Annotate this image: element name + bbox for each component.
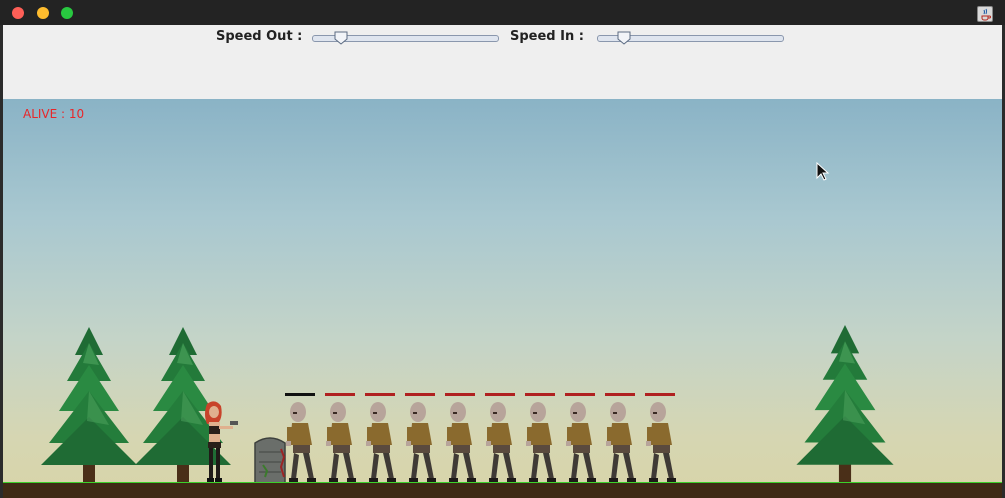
maximize-window-button[interactable] bbox=[61, 7, 73, 19]
game-canvas[interactable]: ALIVE : 10 bbox=[3, 99, 1002, 498]
java-coffee-icon bbox=[977, 6, 993, 22]
zombie-enemy bbox=[363, 393, 403, 485]
zombie-enemy bbox=[643, 393, 683, 485]
zombie-health-bar bbox=[645, 393, 675, 396]
zombie-sprite bbox=[326, 402, 356, 482]
zombie-health-bar bbox=[285, 393, 315, 396]
zombie-enemy bbox=[523, 393, 563, 485]
alive-counter: ALIVE : 10 bbox=[23, 107, 85, 121]
zombie-health-bar bbox=[445, 393, 475, 396]
zombie-enemy bbox=[483, 393, 523, 485]
player-character bbox=[205, 401, 238, 484]
speed-out-slider[interactable] bbox=[312, 31, 499, 45]
zombie-enemy bbox=[443, 393, 483, 485]
zombie-sprite bbox=[446, 402, 476, 482]
zombie-health-bar bbox=[325, 393, 355, 396]
zombie-sprite bbox=[606, 402, 636, 482]
minimize-window-button[interactable] bbox=[37, 7, 49, 19]
zombie-enemy bbox=[563, 393, 603, 485]
speed-controls-panel: Speed Out : Speed In : bbox=[3, 25, 1002, 99]
zombie-health-bar bbox=[565, 393, 595, 396]
speed-out-slider-thumb[interactable] bbox=[334, 31, 348, 45]
zombie-health-bar bbox=[365, 393, 395, 396]
zombie-health-bar bbox=[525, 393, 555, 396]
zombie-sprite bbox=[486, 402, 516, 482]
zombie-sprite bbox=[526, 402, 556, 482]
close-window-button[interactable] bbox=[12, 7, 24, 19]
pine-tree bbox=[41, 327, 137, 485]
title-bar bbox=[0, 0, 1005, 25]
zombie-enemy bbox=[603, 393, 643, 485]
zombie-enemy bbox=[323, 393, 363, 485]
zombie-health-bar bbox=[405, 393, 435, 396]
zombie-enemy bbox=[403, 393, 443, 485]
zombie-sprite bbox=[366, 402, 396, 482]
speed-in-slider[interactable] bbox=[597, 31, 784, 45]
zombie-sprite bbox=[646, 402, 676, 482]
zombie-health-bar bbox=[605, 393, 635, 396]
zombie-enemy bbox=[283, 393, 323, 485]
tombstone-barrier bbox=[254, 437, 286, 485]
zombie-sprite bbox=[566, 402, 596, 482]
dirt-ground bbox=[3, 483, 1002, 498]
zombie-health-bar bbox=[485, 393, 515, 396]
speed-in-slider-thumb[interactable] bbox=[617, 31, 631, 45]
pine-tree bbox=[796, 325, 894, 485]
speed-out-label: Speed Out : bbox=[216, 29, 303, 44]
mouse-cursor-icon bbox=[816, 162, 830, 181]
speed-in-label: Speed In : bbox=[510, 29, 584, 44]
zombie-sprite bbox=[406, 402, 436, 482]
zombie-sprite bbox=[286, 402, 316, 482]
